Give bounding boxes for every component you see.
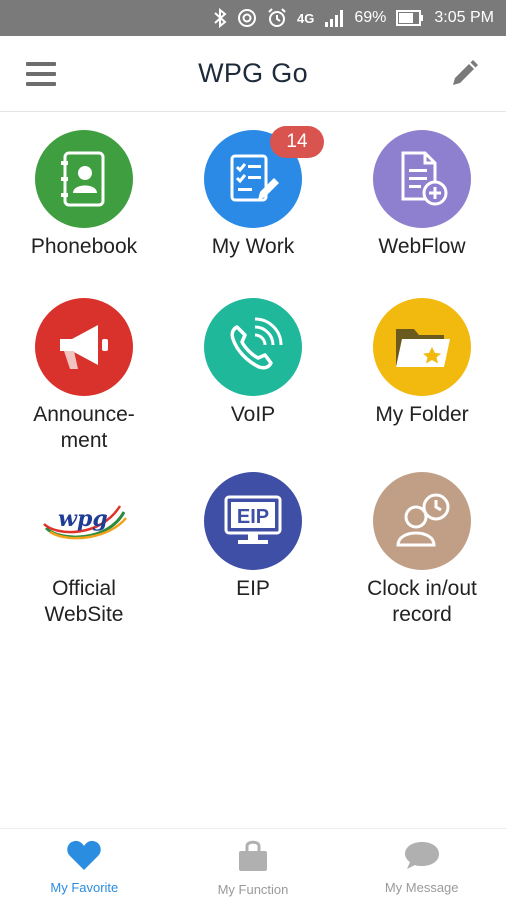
- app-title: WPG Go: [198, 58, 308, 88]
- nav-label: My Function: [217, 882, 289, 897]
- phone-call-icon: [204, 298, 302, 396]
- tile-label: WebFlow: [378, 235, 466, 258]
- tile-label: Clock in/out record: [367, 577, 477, 626]
- tile-announcement[interactable]: Announce- ment: [0, 298, 168, 454]
- document-add-icon: [373, 130, 471, 228]
- battery-percent: 69%: [354, 9, 387, 26]
- tile-label: VoIP: [230, 403, 276, 426]
- nav-my-message[interactable]: My Message: [337, 829, 506, 900]
- tile-label: Phonebook: [30, 235, 138, 258]
- nfc-icon: [237, 8, 257, 28]
- clock-time: 3:05 PM: [434, 9, 494, 26]
- folder-star-icon: [373, 298, 471, 396]
- signal-icon: [324, 9, 344, 27]
- wpg-logo: wpg: [35, 472, 133, 570]
- bottom-nav: My Favorite My Function My Message: [0, 828, 506, 900]
- status-bar: 4G 69% 3:05 PM: [0, 0, 506, 36]
- tile-webflow[interactable]: WebFlow: [338, 130, 506, 260]
- user-clock-icon: [373, 472, 471, 570]
- eip-screen-text: EIP: [237, 506, 269, 528]
- tile-label: Announce- ment: [33, 403, 135, 452]
- app-header: WPG Go: [0, 36, 506, 112]
- tile-clock-in-out[interactable]: Clock in/out record: [338, 472, 506, 628]
- tile-label: EIP: [236, 577, 270, 600]
- heart-icon: [66, 839, 102, 876]
- tile-my-work[interactable]: 14 My Work: [169, 126, 337, 260]
- notification-badge: 14: [270, 126, 324, 158]
- nav-label: My Favorite: [50, 880, 119, 895]
- pencil-icon[interactable]: [448, 58, 480, 90]
- nav-my-favorite[interactable]: My Favorite: [0, 829, 169, 900]
- tile-label: Official WebSite: [44, 577, 124, 626]
- megaphone-icon: [35, 298, 133, 396]
- tile-label: My Work: [211, 235, 295, 258]
- battery-icon: [396, 10, 424, 26]
- tile-phonebook[interactable]: Phonebook: [0, 130, 168, 260]
- chat-bubble-icon: [403, 839, 441, 876]
- phonebook-icon: [35, 130, 133, 228]
- nav-my-function[interactable]: My Function: [169, 829, 338, 900]
- tile-label: My Folder: [375, 403, 469, 426]
- tile-my-folder[interactable]: My Folder: [338, 298, 506, 428]
- nav-label: My Message: [384, 880, 459, 895]
- tile-official-website[interactable]: wpg Official WebSite: [0, 472, 168, 628]
- tile-eip[interactable]: EIP EIP: [169, 472, 337, 602]
- shopping-bag-icon: [235, 839, 271, 878]
- bluetooth-icon: [213, 8, 227, 28]
- task-checklist-icon: 14: [204, 126, 324, 228]
- network-4g-icon: 4G: [297, 10, 315, 26]
- alarm-icon: [267, 8, 287, 28]
- monitor-eip-icon: EIP: [204, 472, 302, 570]
- tile-voip[interactable]: VoIP: [169, 298, 337, 428]
- logo-text: wpg: [58, 506, 108, 532]
